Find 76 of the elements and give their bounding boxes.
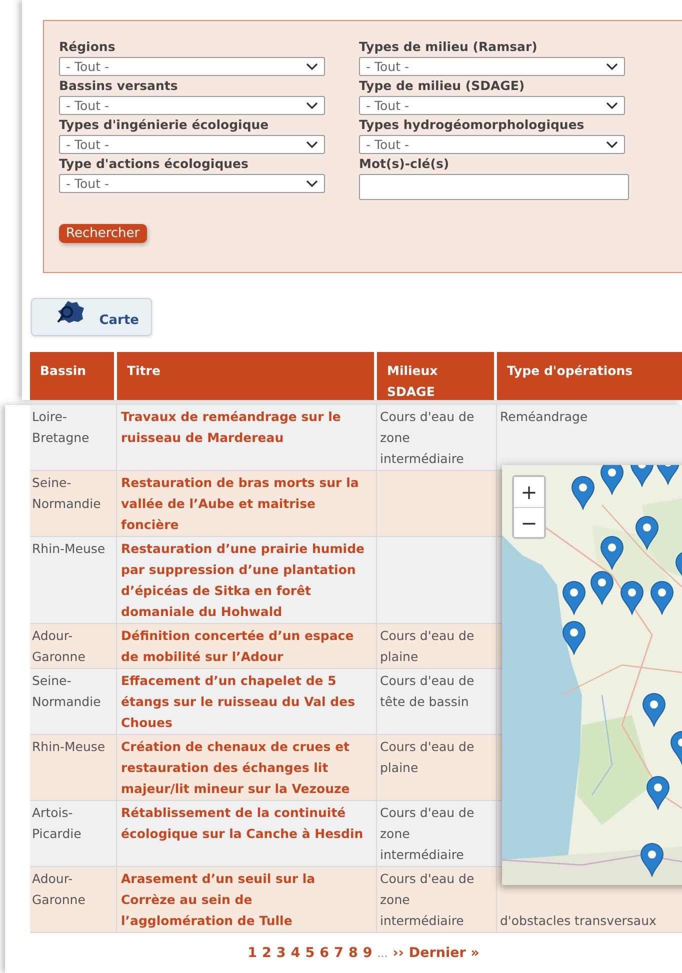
map-pin-icon[interactable] [640, 843, 664, 877]
table-cell: Adour-Garonne [30, 867, 117, 932]
page-link[interactable]: 4 [290, 945, 300, 961]
dropdown[interactable]: - Tout - [59, 135, 325, 154]
title-link[interactable]: Restauration de bras morts sur la vallée de l’Aube et maitrise foncière [121, 472, 367, 535]
dropdown[interactable]: - Tout - [59, 174, 325, 193]
map-button[interactable]: Carte [31, 298, 152, 336]
map-pin-icon[interactable] [635, 516, 659, 550]
table-cell: Seine-Normandie [30, 471, 117, 536]
table-cell: Reméandrage [500, 409, 588, 424]
next-link[interactable]: ›› [392, 945, 404, 961]
map-pin-icon[interactable] [600, 536, 624, 570]
field-label: Types d'ingénierie écologique [59, 117, 270, 132]
dropdown[interactable]: - Tout - [59, 57, 325, 76]
field-label: Type de milieu (SDAGE) [359, 78, 526, 93]
chevron-down-icon [606, 102, 618, 110]
table-cell: Cours d'eau de plaine [380, 628, 474, 664]
ellipsis: ... [377, 947, 388, 960]
page-link[interactable]: 5 [305, 945, 315, 961]
page-link[interactable]: 9 [362, 945, 372, 961]
field-label: Types hydrogéomorphologiques [359, 117, 586, 132]
page-link[interactable]: 2 [262, 945, 272, 961]
title-link[interactable]: Effacement d’un chapelet de 5 étangs sur le ruisseau du Val des Choues [121, 670, 367, 733]
page-link[interactable]: 8 [348, 945, 358, 961]
map-pin-icon[interactable] [571, 476, 595, 510]
map-pin-icon[interactable] [590, 571, 614, 605]
map-pin-icon[interactable] [642, 693, 666, 727]
map-panel[interactable]: + − [502, 465, 682, 885]
page-link[interactable]: 7 [334, 945, 344, 961]
chevron-down-icon [306, 102, 318, 110]
last-page-link[interactable]: Dernier » [408, 945, 480, 961]
input-field[interactable] [359, 174, 629, 200]
france-map-icon [56, 300, 86, 326]
field-label: Types de milieu (Ramsar) [359, 39, 538, 54]
table-cell-text: d'obstacles transversaux [500, 912, 656, 930]
table-cell: Cours d'eau de zone intermédiaire [380, 409, 474, 466]
map-pin-icon[interactable] [646, 776, 670, 810]
map-pin-icon[interactable] [650, 581, 674, 615]
chevron-down-icon [306, 140, 318, 148]
map-pin-icon[interactable] [600, 465, 624, 495]
chevron-down-icon [606, 62, 618, 70]
table-cell: Adour-Garonne [30, 624, 117, 668]
page-link[interactable]: 1 [248, 945, 257, 961]
title-link[interactable]: Travaux de reméandrage sur le ruisseau de Mardereau [121, 406, 367, 448]
map-pin-icon[interactable] [562, 581, 586, 615]
page-link[interactable]: 6 [320, 945, 330, 961]
table-cell: Cours d'eau de zone intermédiaire [380, 871, 474, 928]
field-label: Type d'actions écologiques [59, 156, 250, 171]
table-cell: Cours d'eau de plaine [380, 739, 474, 775]
dropdown[interactable]: - Tout - [359, 57, 625, 76]
table-cell: Rhin-Meuse [30, 537, 117, 623]
table-cell: Rhin-Meuse [30, 735, 117, 800]
table-cell: Artois-Picardie [30, 801, 117, 866]
zoom-out-button[interactable]: − [514, 507, 544, 537]
table-cell: Loire-Bretagne [30, 405, 117, 470]
title-link[interactable]: Création de chenaux de crues et restauration des échanges lit majeur/lit mineur sur la Vezouze [121, 736, 367, 799]
title-link[interactable]: Arasement d’un seuil sur la Corrèze au sein de l’agglomération de Tulle [121, 868, 367, 931]
field-label: Bassins versants [59, 78, 179, 93]
title-link[interactable]: Rétablissement de la continuité écologique sur la Canche à Hesdin [121, 802, 367, 844]
table-cell: Seine-Normandie [30, 669, 117, 734]
dropdown[interactable]: - Tout - [59, 96, 325, 115]
field-label: Régions [59, 39, 116, 54]
chevron-down-icon [306, 62, 318, 70]
chevron-down-icon [606, 140, 618, 148]
search-button[interactable]: Rechercher [59, 224, 147, 243]
title-link[interactable]: Définition concertée d’un espace de mobilité sur l’Adour [121, 625, 367, 667]
field-label: Mot(s)-clé(s) [359, 156, 450, 171]
page-link[interactable]: 3 [276, 945, 286, 961]
dropdown[interactable]: - Tout - [359, 96, 625, 115]
table-cell: Cours d'eau de tête de bassin [380, 673, 474, 709]
chevron-down-icon [306, 180, 318, 188]
map-pin-icon[interactable] [562, 621, 586, 655]
dropdown[interactable]: - Tout - [359, 135, 625, 154]
map-pin-icon[interactable] [620, 581, 644, 615]
table-cell: Cours d'eau de zone intermédiaire [380, 805, 474, 862]
title-link[interactable]: Restauration d’une prairie humide par suppression d’une plantation d’épicéas de Sitka en forêt domaniale du Hohwald [121, 538, 367, 622]
